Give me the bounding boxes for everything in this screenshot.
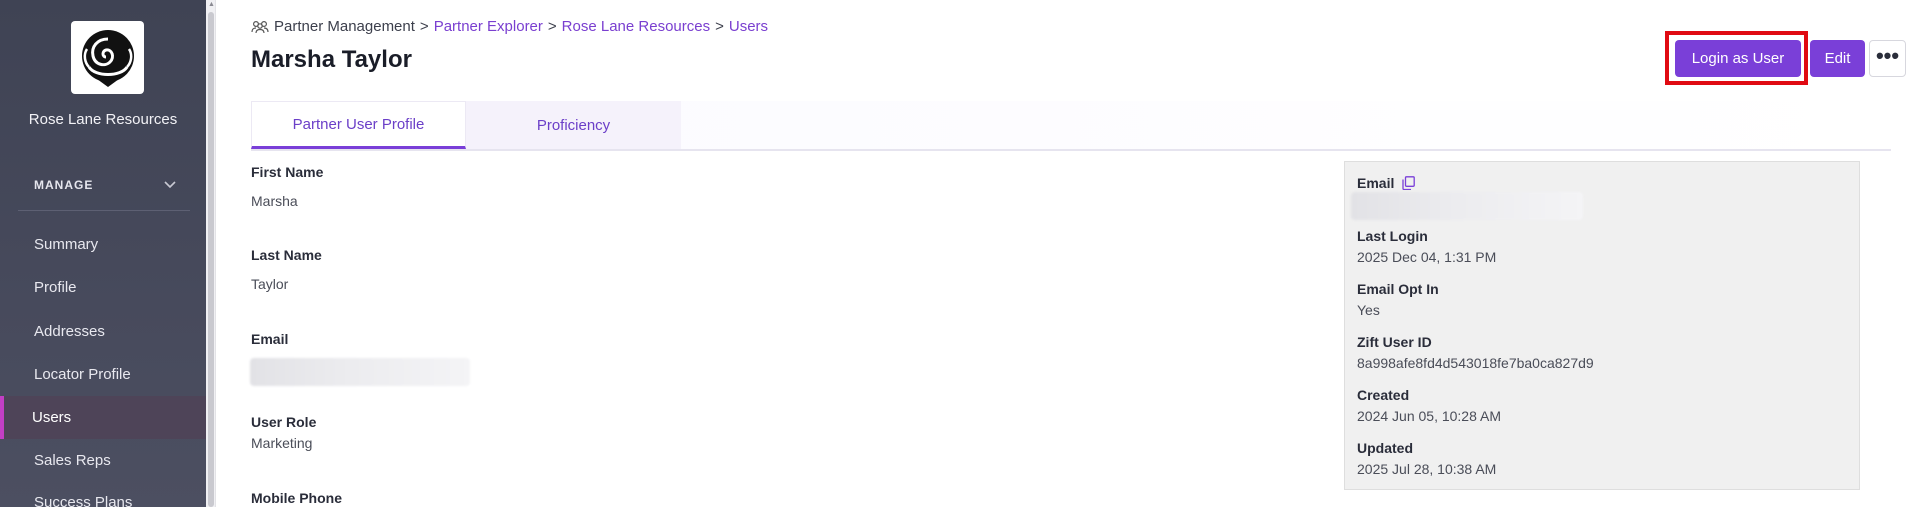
breadcrumb: Partner Management > Partner Explorer > … [251,18,768,35]
updated-label: Updated [1357,440,1413,456]
info-email-label: Email [1357,175,1416,191]
sidebar-item-label: Sales Reps [34,452,111,469]
created-value: 2024 Jun 05, 10:28 AM [1357,408,1501,424]
org-name: Rose Lane Resources [28,111,178,128]
copy-icon[interactable] [1402,176,1416,190]
chevron-down-icon [164,181,176,189]
more-options-button[interactable]: ••• [1869,40,1906,77]
zift-user-id-value: 8a998afe8fd4d543018fe7ba0ca827d9 [1357,355,1594,371]
breadcrumb-rose-lane-resources[interactable]: Rose Lane Resources [562,18,710,35]
user-role-label: User Role [251,414,317,430]
sidebar-scrollbar[interactable]: ▲ [206,0,216,507]
sidebar-item-locator-profile[interactable]: Locator Profile [0,353,206,396]
more-dots-icon: ••• [1875,43,1900,68]
tab-partner-user-profile[interactable]: Partner User Profile [251,101,466,149]
last-name-value: Taylor [251,276,289,292]
sidebar-item-label: Success Plans [34,494,133,507]
user-info-panel: Email Last Login 2025 Dec 04, 1:31 PM Em… [1344,161,1860,490]
tab-proficiency[interactable]: Proficiency [466,101,681,149]
sidebar-item-label: Addresses [34,323,105,340]
breadcrumb-root: Partner Management [274,18,415,35]
sidebar-item-label: Profile [34,279,77,296]
last-login-label: Last Login [1357,228,1428,244]
last-login-value: 2025 Dec 04, 1:31 PM [1357,249,1497,265]
edit-button[interactable]: Edit [1810,40,1865,77]
breadcrumb-separator: > [547,18,557,35]
email-label: Email [251,331,289,347]
breadcrumb-users[interactable]: Users [729,18,768,35]
email-opt-in-label: Email Opt In [1357,281,1439,297]
email-value-redacted [250,358,470,386]
sidebar-item-addresses[interactable]: Addresses [0,310,206,353]
sidebar-item-label: Summary [34,236,99,253]
tab-bar: Partner User Profile Proficiency [251,101,1891,151]
scrollbar-thumb[interactable] [208,12,214,507]
sidebar: Rose Lane Resources MANAGE Summary Profi… [0,0,206,507]
breadcrumb-separator: > [419,18,429,35]
section-divider [18,210,190,211]
rose-logo-icon [81,29,134,87]
breadcrumb-separator: > [715,18,724,35]
org-logo[interactable] [71,21,144,94]
last-name-label: Last Name [251,247,322,263]
sidebar-item-success-plans[interactable]: Success Plans [0,481,206,507]
page-title: Marsha Taylor [251,46,412,73]
people-icon [251,20,269,33]
sidebar-item-label: Locator Profile [34,366,131,383]
sidebar-item-summary[interactable]: Summary [0,223,206,266]
zift-user-id-label: Zift User ID [1357,334,1432,350]
scroll-up-arrow-icon[interactable]: ▲ [208,1,215,8]
sidebar-item-sales-reps[interactable]: Sales Reps [0,439,206,482]
first-name-value: Marsha [251,193,298,209]
mobile-phone-label: Mobile Phone [251,490,342,506]
info-email-label-text: Email [1357,175,1395,191]
created-label: Created [1357,387,1410,403]
email-opt-in-value: Yes [1357,302,1380,318]
user-role-value: Marketing [251,435,313,451]
breadcrumb-partner-explorer[interactable]: Partner Explorer [434,18,543,35]
sidebar-item-profile[interactable]: Profile [0,266,206,309]
manage-section-label: MANAGE [34,178,94,192]
updated-value: 2025 Jul 28, 10:38 AM [1357,461,1497,477]
login-as-user-button[interactable]: Login as User [1675,40,1801,77]
info-email-value-redacted [1351,192,1583,220]
manage-section-toggle[interactable]: MANAGE [34,178,176,192]
first-name-label: First Name [251,164,324,180]
sidebar-item-users[interactable]: Users [0,396,206,439]
sidebar-item-label: Users [32,409,72,426]
